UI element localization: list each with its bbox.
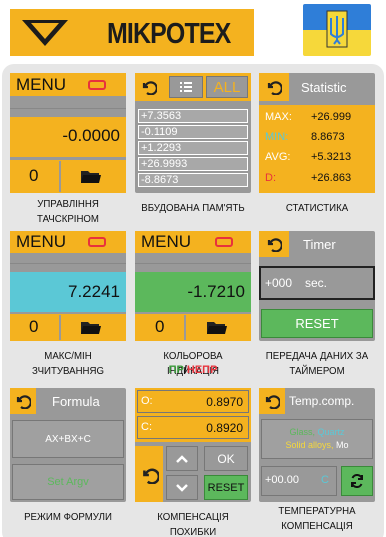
refresh-icon	[351, 474, 363, 488]
brand-name: MIKPOTEX	[107, 18, 231, 50]
counter-value: 0	[29, 166, 39, 185]
refresh-button[interactable]	[341, 466, 373, 496]
o-value: 0.8970	[206, 395, 243, 409]
toggle-icon[interactable]	[88, 237, 106, 247]
trident-icon	[326, 10, 348, 48]
material-quartz: Quartz	[317, 427, 345, 437]
panel-title: Statistic	[301, 80, 347, 95]
fail-label: НЕПР	[186, 364, 218, 376]
memory-row[interactable]: +7.3563	[138, 109, 248, 123]
up-button[interactable]	[166, 446, 198, 471]
formula-button[interactable]: AX+BX+C	[12, 420, 124, 458]
reading-value: -0.0000	[62, 126, 120, 145]
material-alloys: Solid alloys,	[285, 440, 334, 450]
material-mo: Mo	[336, 440, 349, 450]
caption-memory: ВБУДОВАНА ПАМ'ЯТЬ	[141, 202, 245, 214]
set-argv-button[interactable]: Set Argv	[12, 464, 124, 500]
down-button[interactable]	[166, 475, 198, 500]
list-button[interactable]	[169, 76, 203, 98]
timer-value: +000	[265, 276, 293, 290]
max-label: MAX:	[265, 111, 292, 123]
folder-icon[interactable]	[81, 169, 101, 183]
brand-header: MIKPOTEX	[10, 9, 254, 56]
ok-button[interactable]: OK	[204, 446, 248, 471]
touch-panel: MENU -0.0000 0	[10, 73, 126, 193]
panel-title: Timer	[303, 237, 336, 252]
panel-title: Formula	[52, 394, 100, 409]
caption-temp: ТЕМПЕРАТУРНА КОМПЕНСАЦІЯ	[278, 505, 356, 532]
reading-value: 7.2241	[68, 282, 120, 301]
memory-row[interactable]: +1.2293	[138, 141, 248, 155]
undo-icon[interactable]	[15, 393, 31, 409]
reset-button[interactable]: RESET	[261, 309, 373, 338]
error-comp-panel: O: 0.8970 C: 0.8920 OK RESET	[135, 388, 251, 502]
min-label: MIN:	[265, 131, 289, 143]
pass-fail-tag: ПР/НЕПР	[132, 364, 254, 376]
min-value: 8.8673	[311, 131, 345, 143]
undo-icon[interactable]	[266, 79, 282, 95]
c-label: C:	[141, 421, 152, 433]
memory-panel: ALL +7.3563 -0.1109 +1.2293 +26.9993 -8.…	[135, 73, 251, 193]
logo-icon	[22, 20, 68, 46]
timer-unit: sec.	[305, 276, 328, 290]
temp-value: +00.00	[265, 474, 299, 486]
temp-comp-panel: Temp.comp. Glass, Quartz Solid alloys, M…	[259, 388, 375, 502]
counter-value: 0	[29, 317, 39, 336]
undo-icon[interactable]	[264, 393, 280, 409]
undo-icon[interactable]	[266, 236, 282, 252]
material-glass: Glass,	[289, 427, 315, 437]
timer-panel: Timer +000 sec. RESET	[259, 231, 375, 341]
pass-label: ПР	[168, 364, 184, 376]
folder-icon[interactable]	[81, 320, 101, 334]
caption-error-comp: КОМПЕНСАЦІЯ ПОХИБКИ	[157, 511, 229, 537]
temp-unit: C	[321, 474, 329, 486]
menu-button[interactable]: MENU	[141, 232, 191, 252]
o-label: O:	[141, 395, 153, 407]
caption-timer: ПЕРЕДАЧА ДАНИХ ЗА ТАЙМЕРОМ	[265, 350, 369, 377]
avg-label: AVG:	[265, 151, 291, 163]
caption-formula: РЕЖИМ ФОРМУЛИ	[24, 511, 112, 523]
caption-maxmin: МАКС/МІН ЗЧИТУВАННЯG	[31, 350, 105, 377]
menu-button[interactable]: MENU	[16, 232, 66, 252]
undo-icon[interactable]	[141, 466, 159, 484]
caption-touch: УПРАВЛІННЯ ТАЧСКРІНОМ	[37, 198, 99, 225]
max-value: +26.999	[311, 111, 352, 123]
material-selector[interactable]: Glass, Quartz Solid alloys, Mo	[261, 419, 373, 459]
c-value: 0.8920	[206, 421, 243, 435]
chevron-up-icon	[176, 454, 188, 463]
list-icon	[180, 82, 192, 92]
panel-title: Temp.comp.	[289, 394, 355, 408]
all-button[interactable]: ALL	[206, 76, 248, 98]
toggle-icon[interactable]	[215, 237, 233, 247]
folder-icon[interactable]	[207, 320, 227, 334]
color-panel: MENU -1.7210 0	[135, 231, 251, 341]
d-label: D:	[265, 172, 276, 184]
avg-value: +5.3213	[311, 151, 352, 163]
ukraine-flag-icon	[303, 4, 371, 56]
formula-panel: Formula AX+BX+C Set Argv	[10, 388, 126, 502]
memory-row[interactable]: -8.8673	[138, 173, 248, 187]
statistic-panel: Statistic MAX: +26.999 MIN: 8.8673 AVG: …	[259, 73, 375, 193]
toggle-icon[interactable]	[88, 80, 106, 90]
caption-statistic: СТАТИСТИКА	[285, 202, 349, 214]
memory-row[interactable]: -0.1109	[138, 125, 248, 139]
menu-button[interactable]: MENU	[16, 75, 66, 95]
counter-value: 0	[155, 317, 165, 336]
d-value: +26.863	[311, 172, 352, 184]
chevron-down-icon	[176, 483, 188, 492]
reading-value: -1.7210	[187, 282, 245, 301]
maxmin-panel: MENU 7.2241 0	[10, 231, 126, 341]
reset-button[interactable]: RESET	[204, 475, 248, 500]
memory-row[interactable]: +26.9993	[138, 157, 248, 171]
undo-icon[interactable]	[141, 79, 157, 95]
